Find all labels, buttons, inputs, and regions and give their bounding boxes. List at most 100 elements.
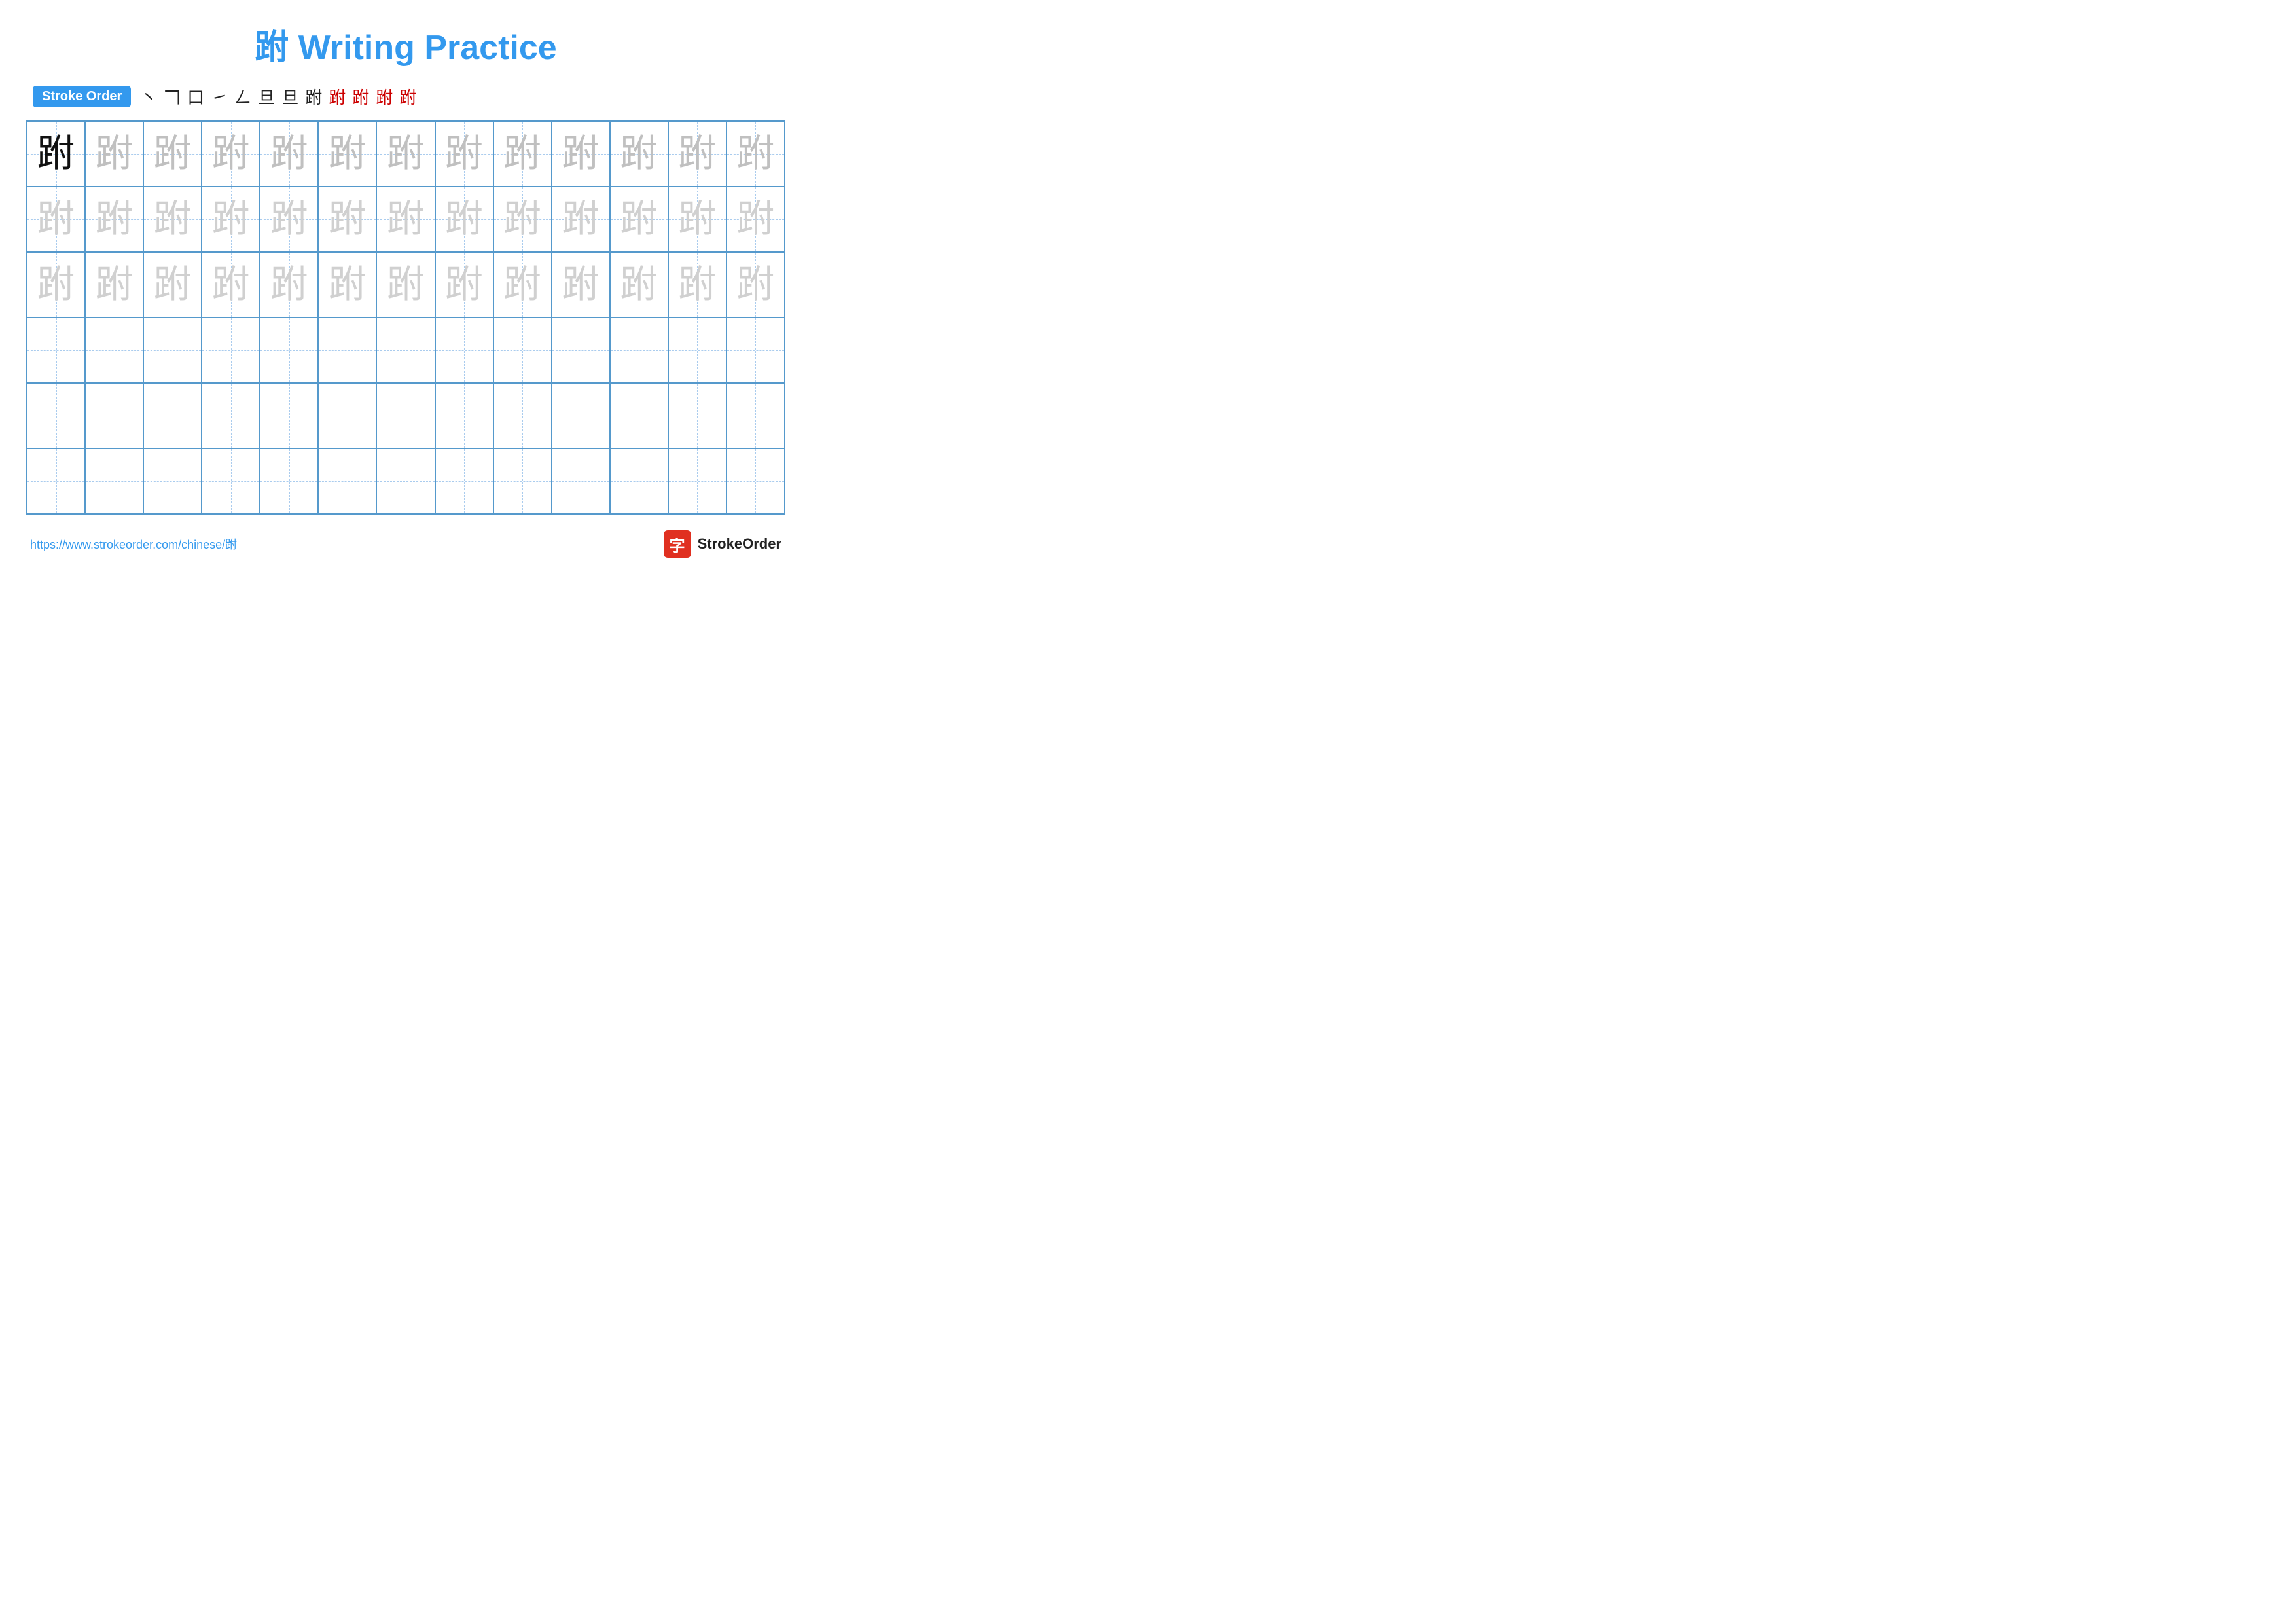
grid-cell-r1-c1[interactable]: 跗	[85, 187, 143, 252]
grid-cell-r1-c8[interactable]: 跗	[493, 187, 552, 252]
stroke-step-2: 口	[187, 84, 204, 109]
grid-cell-r3-c4[interactable]	[260, 318, 318, 383]
stroke-step-10: 跗	[376, 84, 393, 109]
grid-cell-r2-c12[interactable]: 跗	[726, 252, 785, 318]
grid-cell-r1-c10[interactable]: 跗	[610, 187, 668, 252]
grid-cell-r5-c8[interactable]	[493, 448, 552, 514]
grid-cell-r0-c3[interactable]: 跗	[202, 121, 260, 187]
grid-char-r1-c0: 跗	[37, 200, 75, 238]
grid-char-r1-c4: 跗	[270, 200, 308, 238]
stroke-steps: 丶𠃍口㇀𠃋旦旦跗跗跗跗跗	[140, 84, 416, 109]
stroke-order-badge: Stroke Order	[33, 86, 131, 107]
grid-cell-r5-c11[interactable]	[668, 448, 726, 514]
grid-cell-r5-c7[interactable]	[435, 448, 493, 514]
grid-cell-r1-c0[interactable]: 跗	[27, 187, 85, 252]
grid-cell-r1-c5[interactable]: 跗	[318, 187, 376, 252]
grid-cell-r2-c10[interactable]: 跗	[610, 252, 668, 318]
grid-cell-r3-c5[interactable]	[318, 318, 376, 383]
grid-char-r0-c1: 跗	[96, 135, 134, 173]
grid-cell-r0-c6[interactable]: 跗	[376, 121, 435, 187]
grid-cell-r4-c3[interactable]	[202, 383, 260, 448]
grid-cell-r4-c5[interactable]	[318, 383, 376, 448]
grid-cell-r2-c5[interactable]: 跗	[318, 252, 376, 318]
grid-cell-r2-c4[interactable]: 跗	[260, 252, 318, 318]
grid-cell-r0-c4[interactable]: 跗	[260, 121, 318, 187]
stroke-step-0: 丶	[140, 84, 157, 109]
grid-cell-r5-c6[interactable]	[376, 448, 435, 514]
grid-cell-r5-c10[interactable]	[610, 448, 668, 514]
page-title: 跗 Writing Practice	[26, 20, 785, 69]
grid-cell-r4-c11[interactable]	[668, 383, 726, 448]
grid-cell-r1-c4[interactable]: 跗	[260, 187, 318, 252]
grid-cell-r5-c4[interactable]	[260, 448, 318, 514]
stroke-step-4: 𠃋	[234, 84, 251, 109]
grid-char-r2-c3: 跗	[212, 266, 250, 304]
grid-cell-r0-c9[interactable]: 跗	[552, 121, 610, 187]
grid-cell-r3-c8[interactable]	[493, 318, 552, 383]
grid-cell-r3-c0[interactable]	[27, 318, 85, 383]
grid-char-r0-c2: 跗	[154, 135, 192, 173]
grid-char-r1-c3: 跗	[212, 200, 250, 238]
grid-cell-r1-c7[interactable]: 跗	[435, 187, 493, 252]
grid-cell-r5-c12[interactable]	[726, 448, 785, 514]
grid-cell-r1-c9[interactable]: 跗	[552, 187, 610, 252]
grid-cell-r0-c12[interactable]: 跗	[726, 121, 785, 187]
grid-cell-r3-c6[interactable]	[376, 318, 435, 383]
grid-cell-r4-c7[interactable]	[435, 383, 493, 448]
grid-cell-r2-c7[interactable]: 跗	[435, 252, 493, 318]
grid-char-r1-c6: 跗	[387, 200, 425, 238]
grid-cell-r2-c1[interactable]: 跗	[85, 252, 143, 318]
grid-cell-r3-c2[interactable]	[143, 318, 202, 383]
grid-cell-r3-c12[interactable]	[726, 318, 785, 383]
grid-cell-r2-c9[interactable]: 跗	[552, 252, 610, 318]
grid-cell-r3-c1[interactable]	[85, 318, 143, 383]
grid-char-r1-c10: 跗	[620, 200, 658, 238]
stroke-step-1: 𠃍	[164, 84, 181, 109]
grid-cell-r0-c1[interactable]: 跗	[85, 121, 143, 187]
grid-cell-r4-c4[interactable]	[260, 383, 318, 448]
grid-cell-r4-c1[interactable]	[85, 383, 143, 448]
grid-cell-r5-c1[interactable]	[85, 448, 143, 514]
grid-cell-r4-c10[interactable]	[610, 383, 668, 448]
grid-cell-r4-c6[interactable]	[376, 383, 435, 448]
logo-icon: 字	[664, 530, 691, 558]
logo-text: StrokeOrder	[698, 536, 781, 553]
grid-cell-r3-c10[interactable]	[610, 318, 668, 383]
grid-cell-r2-c3[interactable]: 跗	[202, 252, 260, 318]
grid-cell-r1-c12[interactable]: 跗	[726, 187, 785, 252]
grid-cell-r0-c10[interactable]: 跗	[610, 121, 668, 187]
grid-cell-r0-c8[interactable]: 跗	[493, 121, 552, 187]
grid-cell-r2-c6[interactable]: 跗	[376, 252, 435, 318]
grid-cell-r0-c11[interactable]: 跗	[668, 121, 726, 187]
grid-cell-r4-c0[interactable]	[27, 383, 85, 448]
grid-cell-r0-c7[interactable]: 跗	[435, 121, 493, 187]
grid-cell-r3-c7[interactable]	[435, 318, 493, 383]
grid-cell-r5-c9[interactable]	[552, 448, 610, 514]
grid-cell-r0-c2[interactable]: 跗	[143, 121, 202, 187]
grid-cell-r5-c2[interactable]	[143, 448, 202, 514]
grid-cell-r4-c8[interactable]	[493, 383, 552, 448]
grid-cell-r3-c11[interactable]	[668, 318, 726, 383]
grid-cell-r4-c2[interactable]	[143, 383, 202, 448]
grid-cell-r1-c2[interactable]: 跗	[143, 187, 202, 252]
grid-cell-r5-c5[interactable]	[318, 448, 376, 514]
grid-cell-r2-c11[interactable]: 跗	[668, 252, 726, 318]
grid-cell-r3-c3[interactable]	[202, 318, 260, 383]
footer-url[interactable]: https://www.strokeorder.com/chinese/跗	[30, 536, 237, 553]
grid-cell-r4-c12[interactable]	[726, 383, 785, 448]
grid-cell-r5-c0[interactable]	[27, 448, 85, 514]
grid-cell-r2-c2[interactable]: 跗	[143, 252, 202, 318]
grid-cell-r4-c9[interactable]	[552, 383, 610, 448]
grid-cell-r5-c3[interactable]	[202, 448, 260, 514]
grid-cell-r1-c11[interactable]: 跗	[668, 187, 726, 252]
grid-cell-r2-c0[interactable]: 跗	[27, 252, 85, 318]
grid-cell-r3-c9[interactable]	[552, 318, 610, 383]
grid-cell-r1-c6[interactable]: 跗	[376, 187, 435, 252]
grid-cell-r1-c3[interactable]: 跗	[202, 187, 260, 252]
stroke-step-7: 跗	[305, 84, 322, 109]
grid-cell-r0-c0[interactable]: 跗	[27, 121, 85, 187]
grid-char-r0-c8: 跗	[503, 135, 541, 173]
grid-cell-r2-c8[interactable]: 跗	[493, 252, 552, 318]
grid-char-r1-c2: 跗	[154, 200, 192, 238]
grid-cell-r0-c5[interactable]: 跗	[318, 121, 376, 187]
